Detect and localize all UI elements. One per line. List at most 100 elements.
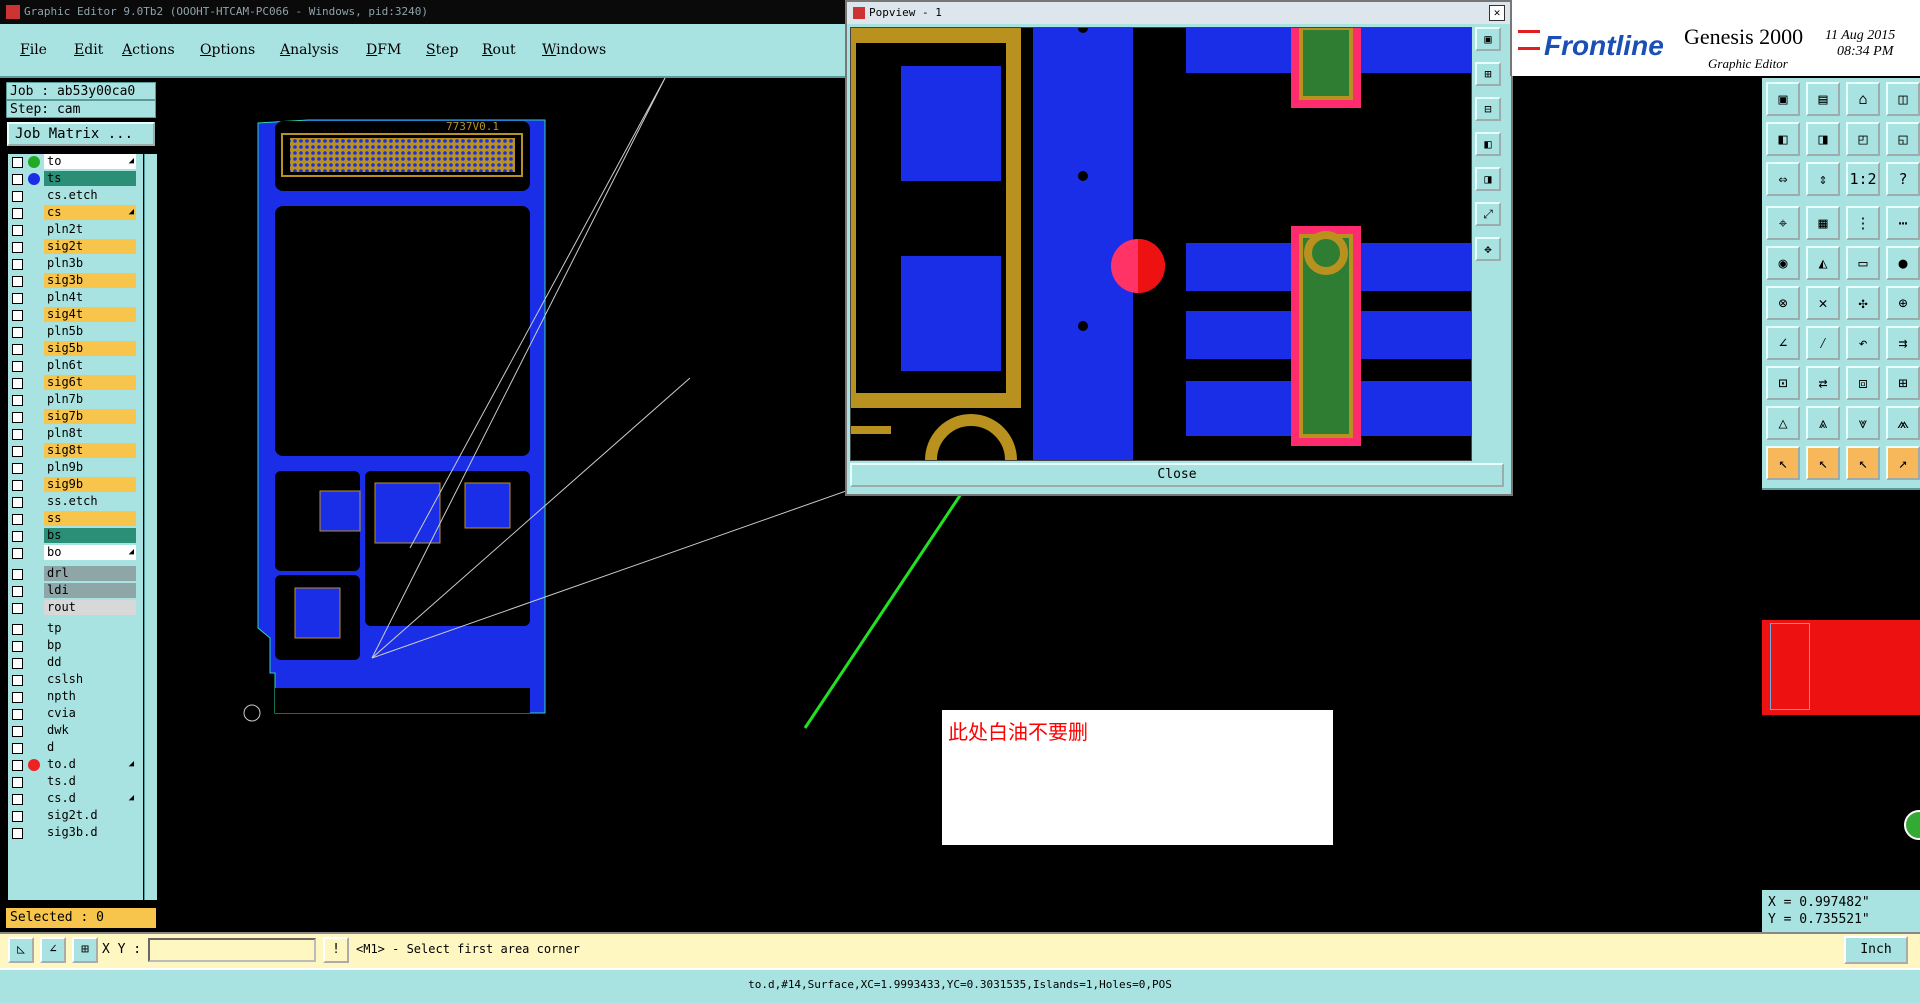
snap-icon[interactable]: ✣ [1846, 286, 1880, 320]
target-icon[interactable]: ⌖ [1766, 206, 1800, 240]
layer-name[interactable]: sig2t [44, 239, 136, 254]
layer-checkbox[interactable] [12, 777, 23, 788]
layer-row[interactable]: sig3b [8, 273, 143, 289]
layer-name[interactable]: sig3b.d [44, 825, 136, 840]
layer-name[interactable]: sig6t [44, 375, 136, 390]
layer-checkbox[interactable] [12, 344, 23, 355]
close-icon[interactable]: ✕ [1489, 5, 1505, 21]
layer-name[interactable]: rout [44, 600, 136, 615]
home-tool-icon[interactable]: ⌂ [1846, 82, 1880, 116]
layer-name[interactable]: tp [44, 621, 136, 636]
layer-checkbox[interactable] [12, 463, 23, 474]
copy-tool-icon[interactable]: ▤ [1806, 82, 1840, 116]
vert-icon[interactable]: ⋮ [1846, 206, 1880, 240]
select-tool-icon[interactable]: ▣ [1766, 82, 1800, 116]
cursor4-icon[interactable]: ↗ [1886, 446, 1920, 480]
layer-row[interactable]: ss.etch [8, 494, 143, 510]
layer-row[interactable]: ts [8, 171, 143, 187]
zoom-in-icon[interactable]: ⊞ [1475, 62, 1501, 86]
layer-checkbox[interactable] [12, 327, 23, 338]
pad-icon[interactable]: ◉ [1766, 246, 1800, 280]
trianglec-icon[interactable]: ⩕ [1886, 406, 1920, 440]
cross-icon[interactable]: ✕ [1806, 286, 1840, 320]
popview-canvas[interactable] [850, 27, 1472, 461]
layer-name[interactable]: sig7b [44, 409, 136, 424]
horz-icon[interactable]: ⋯ [1886, 206, 1920, 240]
layer-row[interactable]: pln4t [8, 290, 143, 306]
left-tool-icon[interactable]: ◧ [1766, 122, 1800, 156]
layer-checkbox[interactable] [12, 446, 23, 457]
rect-icon[interactable]: ▭ [1846, 246, 1880, 280]
layer-color-dot-icon[interactable] [28, 156, 40, 168]
layer-name[interactable]: sig5b [44, 341, 136, 356]
snap-mode-icon[interactable]: ◺ [8, 937, 34, 963]
layer-name[interactable]: dwk [44, 723, 136, 738]
layer-name[interactable]: ts.d [44, 774, 136, 789]
menu-edit[interactable]: Edit [74, 42, 103, 58]
layer-checkbox[interactable] [12, 586, 23, 597]
help-icon[interactable]: ? [1886, 162, 1920, 196]
layer-checkbox[interactable] [12, 174, 23, 185]
triangleb-icon[interactable]: ⩔ [1846, 406, 1880, 440]
cursor3-icon[interactable]: ↖ [1846, 446, 1880, 480]
layer-color-dot-icon[interactable] [28, 173, 40, 185]
popview-close-button[interactable]: Close [850, 463, 1504, 487]
layer-row[interactable]: sig9b [8, 477, 143, 493]
layer-name[interactable]: bo ◢ [44, 545, 136, 560]
layer-name[interactable]: ts [44, 171, 136, 186]
cursor2-icon[interactable]: ↖ [1806, 446, 1840, 480]
layer-name[interactable]: pln5b [44, 324, 136, 339]
expand-icon[interactable]: ⤢ [1475, 202, 1501, 226]
layer-checkbox[interactable] [12, 395, 23, 406]
menu-options[interactable]: Options [200, 42, 255, 58]
layer-name[interactable]: cs.d ◢ [44, 791, 136, 806]
layer-row[interactable]: drl [8, 566, 143, 582]
layer-checkbox[interactable] [12, 276, 23, 287]
minimap[interactable] [1762, 488, 1920, 890]
layer-checkbox[interactable] [12, 569, 23, 580]
layer-checkbox[interactable] [12, 603, 23, 614]
layer-checkbox[interactable] [12, 242, 23, 253]
layer-row[interactable]: rout [8, 600, 143, 616]
layer-row[interactable]: pln7b [8, 392, 143, 408]
layer-checkbox[interactable] [12, 157, 23, 168]
layer-name[interactable]: bs [44, 528, 136, 543]
layer-name[interactable]: pln4t [44, 290, 136, 305]
right-tool-icon[interactable]: ◨ [1806, 122, 1840, 156]
swap-icon[interactable]: ⇄ [1806, 366, 1840, 400]
layer-row[interactable]: sig6t [8, 375, 143, 391]
menu-analysis[interactable]: Analysis [280, 42, 339, 58]
layer-row[interactable]: pln6t [8, 358, 143, 374]
layer-row[interactable]: ldi [8, 583, 143, 599]
layer-row[interactable]: sig2t [8, 239, 143, 255]
layer-row[interactable]: pln3b [8, 256, 143, 272]
layer-row[interactable]: npth [8, 689, 143, 705]
circle-icon[interactable]: ● [1886, 246, 1920, 280]
layer-name[interactable]: d [44, 740, 136, 755]
angle-icon[interactable]: ∠ [1766, 326, 1800, 360]
layer-name[interactable]: pln8t [44, 426, 136, 441]
layer-checkbox[interactable] [12, 828, 23, 839]
layer-checkbox[interactable] [12, 675, 23, 686]
layer-row[interactable]: ts.d [8, 774, 143, 790]
layer-row[interactable]: pln9b [8, 460, 143, 476]
menu-actions[interactable]: Actions [122, 42, 175, 58]
layer-checkbox[interactable] [12, 641, 23, 652]
layer-row[interactable]: cslsh [8, 672, 143, 688]
box-icon[interactable]: ⊡ [1766, 366, 1800, 400]
add-icon[interactable]: ⊕ [1886, 286, 1920, 320]
panel-tool-icon[interactable]: ◫ [1886, 82, 1920, 116]
fit-height-icon[interactable]: ⇕ [1806, 162, 1840, 196]
layer-name[interactable]: cs ◢ [44, 205, 136, 220]
layer-row[interactable]: sig4t [8, 307, 143, 323]
layer-name[interactable]: to.d ◢ [44, 757, 136, 772]
cursor-icon[interactable]: ↖ [1766, 446, 1800, 480]
units-button[interactable]: Inch [1844, 936, 1908, 964]
layer-name[interactable]: pln7b [44, 392, 136, 407]
layer-checkbox[interactable] [12, 429, 23, 440]
layer-checkbox[interactable] [12, 293, 23, 304]
layer-row[interactable]: pln8t [8, 426, 143, 442]
triangle-icon[interactable]: △ [1766, 406, 1800, 440]
layer-checkbox[interactable] [12, 208, 23, 219]
layer-name[interactable]: pln9b [44, 460, 136, 475]
